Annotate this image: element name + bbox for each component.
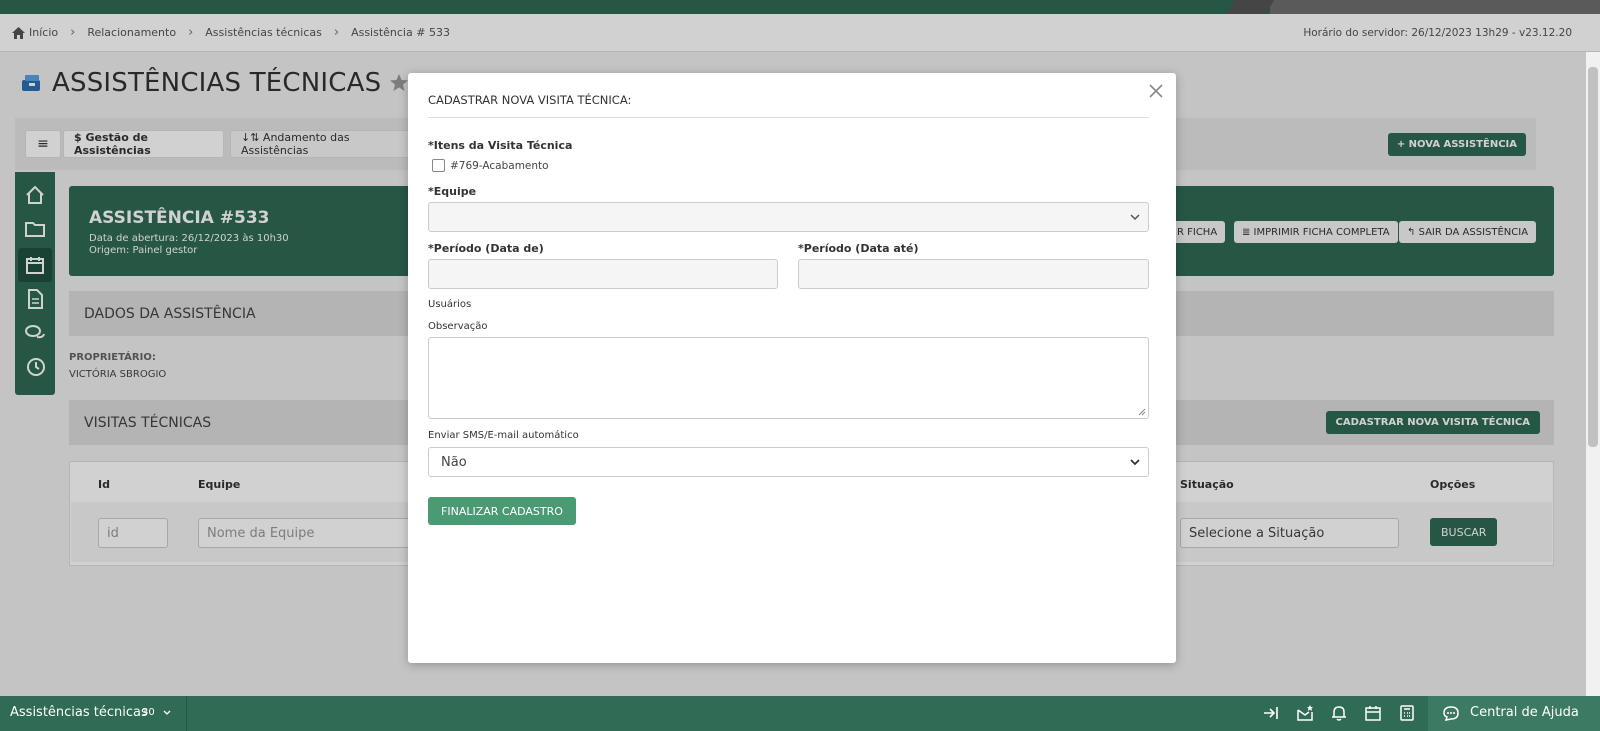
bell-icon[interactable] [1330, 704, 1348, 722]
central-ajuda-label: Central de Ajuda [1470, 705, 1579, 720]
bottom-bar-count: 30 [142, 707, 155, 718]
exit-icon[interactable] [1262, 704, 1280, 722]
observacao-textarea[interactable] [428, 337, 1149, 419]
mail-star-icon[interactable] [1296, 704, 1314, 722]
chevron-down-icon [1130, 214, 1140, 221]
sms-select[interactable]: Não [428, 447, 1149, 477]
resize-grip-icon[interactable] [1138, 408, 1146, 416]
equipe-label: *Equipe [428, 185, 477, 198]
periodo-de-label: *Período (Data de) [428, 242, 544, 255]
observacao-label: Observação [428, 321, 488, 332]
sms-select-value: Não [441, 455, 467, 470]
usuarios-label: Usuários [428, 299, 472, 310]
item-checkbox[interactable] [432, 159, 445, 172]
sms-label: Enviar SMS/E-mail automático [428, 430, 579, 441]
calendar-icon[interactable] [1364, 704, 1382, 722]
calculator-icon[interactable] [1398, 704, 1416, 722]
periodo-ate-label: *Período (Data até) [798, 242, 919, 255]
help-chat-icon [1443, 706, 1459, 721]
itens-label: *Itens da Visita Técnica [428, 139, 573, 152]
cadastrar-visita-modal: CADASTRAR NOVA VISITA TÉCNICA: *Itens da… [408, 73, 1176, 663]
periodo-ate-input[interactable] [798, 259, 1149, 289]
bottom-bar-title[interactable]: Assistências técnicas [10, 705, 148, 720]
periodo-de-input[interactable] [428, 259, 778, 289]
item-checkbox-label[interactable]: #769-Acabamento [450, 160, 549, 172]
central-ajuda-button[interactable]: Central de Ajuda [1428, 696, 1600, 731]
scrollbar-thumb[interactable] [1588, 67, 1598, 447]
bottom-bar: Assistências técnicas 30 Central de Ajud… [0, 696, 1600, 731]
modal-title: CADASTRAR NOVA VISITA TÉCNICA: [428, 93, 632, 107]
bottom-bar-divider [186, 696, 187, 731]
close-icon[interactable] [1146, 81, 1166, 101]
chevron-down-icon[interactable] [163, 710, 171, 716]
chevron-down-icon [1130, 459, 1140, 466]
page-scrollbar[interactable] [1586, 52, 1600, 696]
modal-divider [428, 117, 1149, 118]
finalizar-cadastro-button[interactable]: FINALIZAR CADASTRO [428, 497, 576, 525]
item-checkbox-row[interactable]: #769-Acabamento [432, 159, 549, 172]
equipe-select[interactable] [428, 202, 1149, 232]
